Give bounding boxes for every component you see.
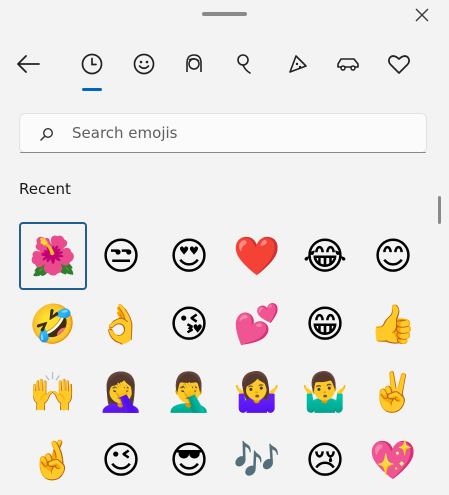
emoji-item[interactable]: 💕 (223, 290, 291, 358)
emoji-glyph: 👍 (369, 302, 417, 346)
emoji-glyph: 🌺 (29, 234, 77, 278)
scrollbar-thumb[interactable] (438, 196, 441, 224)
emoji-glyph: 😊 (373, 234, 413, 278)
search-box (19, 113, 427, 153)
tab-nature[interactable] (226, 48, 262, 84)
emoji-item[interactable]: 😘 (155, 290, 223, 358)
leaf-icon (232, 52, 256, 80)
emoji-item[interactable]: 🤣 (19, 290, 87, 358)
emoji-glyph: 🙌 (29, 370, 77, 414)
emoji-item[interactable]: 🤞 (19, 426, 87, 494)
tab-symbols[interactable] (381, 48, 417, 84)
emoji-item[interactable]: 😍 (155, 222, 223, 290)
emoji-item[interactable]: 🤦‍♂️ (155, 358, 223, 426)
car-icon (335, 54, 361, 78)
category-tabs (0, 48, 449, 96)
emoji-item[interactable]: ✌️ (359, 358, 427, 426)
tab-recently-used[interactable] (74, 48, 110, 84)
pizza-icon (286, 52, 310, 80)
emoji-glyph: 😉 (101, 438, 141, 482)
emoji-glyph: 😢 (305, 438, 345, 482)
emoji-glyph: ✌️ (369, 370, 417, 414)
emoji-item[interactable]: ❤️ (223, 222, 291, 290)
emoji-item[interactable]: 😒 (87, 222, 155, 290)
tab-smileys[interactable] (126, 48, 162, 84)
emoji-glyph: 🤣 (29, 302, 77, 346)
emoji-item[interactable]: 🤦‍♀️ (87, 358, 155, 426)
emoji-glyph: 🤷‍♂️ (301, 370, 349, 414)
emoji-glyph: 🤷‍♀️ (233, 370, 281, 414)
back-arrow-icon (15, 54, 41, 78)
heart-outline-icon (387, 53, 411, 79)
emoji-item[interactable]: 🤷‍♂️ (291, 358, 359, 426)
emoji-item[interactable]: 🎶 (223, 426, 291, 494)
drag-handle[interactable] (202, 12, 247, 16)
emoji-glyph: 😍 (169, 234, 209, 278)
emoji-glyph: 🎶 (233, 438, 281, 482)
emoji-item[interactable]: 🙌 (19, 358, 87, 426)
selected-tab-indicator (82, 88, 102, 91)
emoji-item[interactable]: 😁 (291, 290, 359, 358)
emoji-item[interactable]: 😎 (155, 426, 223, 494)
emoji-item[interactable]: 👍 (359, 290, 427, 358)
tab-food[interactable] (280, 48, 316, 84)
search-icon (40, 126, 54, 145)
clock-icon (80, 52, 104, 80)
tab-travel[interactable] (330, 48, 366, 84)
emoji-item[interactable]: 😢 (291, 426, 359, 494)
emoji-item[interactable]: 🤷‍♀️ (223, 358, 291, 426)
emoji-glyph: 😒 (101, 234, 141, 278)
smiley-face-icon (132, 52, 156, 80)
emoji-glyph: 😎 (169, 438, 209, 482)
close-button[interactable] (408, 2, 436, 30)
emoji-glyph: 💖 (369, 438, 417, 482)
emoji-item[interactable]: 😂 (291, 222, 359, 290)
section-title: Recent (19, 180, 71, 198)
emoji-glyph: ❤️ (233, 234, 281, 278)
emoji-item[interactable]: 🌺 (19, 222, 87, 290)
emoji-glyph: 😁 (305, 302, 345, 346)
emoji-grid: 🌺 😒 😍 ❤️ 😂 😊 🤣 👌 😘 💕 😁 👍 🙌 🤦‍♀️ 🤦‍♂️ 🤷‍♀️ 🤷‍♂️ ✌️ 🤞 😉 😎 🎶 😢 💖 (19, 222, 429, 495)
emoji-glyph: 🤦‍♂️ (165, 370, 213, 414)
back-button[interactable] (10, 48, 46, 84)
emoji-item[interactable]: 😉 (87, 426, 155, 494)
emoji-glyph: 🤞 (29, 438, 77, 482)
emoji-glyph: 🤦‍♀️ (97, 370, 145, 414)
search-input[interactable] (72, 121, 402, 145)
emoji-glyph: 😘 (169, 302, 209, 346)
person-icon (182, 52, 206, 80)
emoji-glyph: 👌 (97, 302, 145, 346)
close-icon (415, 7, 429, 26)
tab-people[interactable] (176, 48, 212, 84)
emoji-item[interactable]: 👌 (87, 290, 155, 358)
emoji-item[interactable]: 😊 (359, 222, 427, 290)
emoji-glyph: 💕 (233, 302, 281, 346)
search-underline (20, 152, 426, 153)
emoji-item[interactable]: 💖 (359, 426, 427, 494)
emoji-glyph: 😂 (302, 234, 348, 278)
